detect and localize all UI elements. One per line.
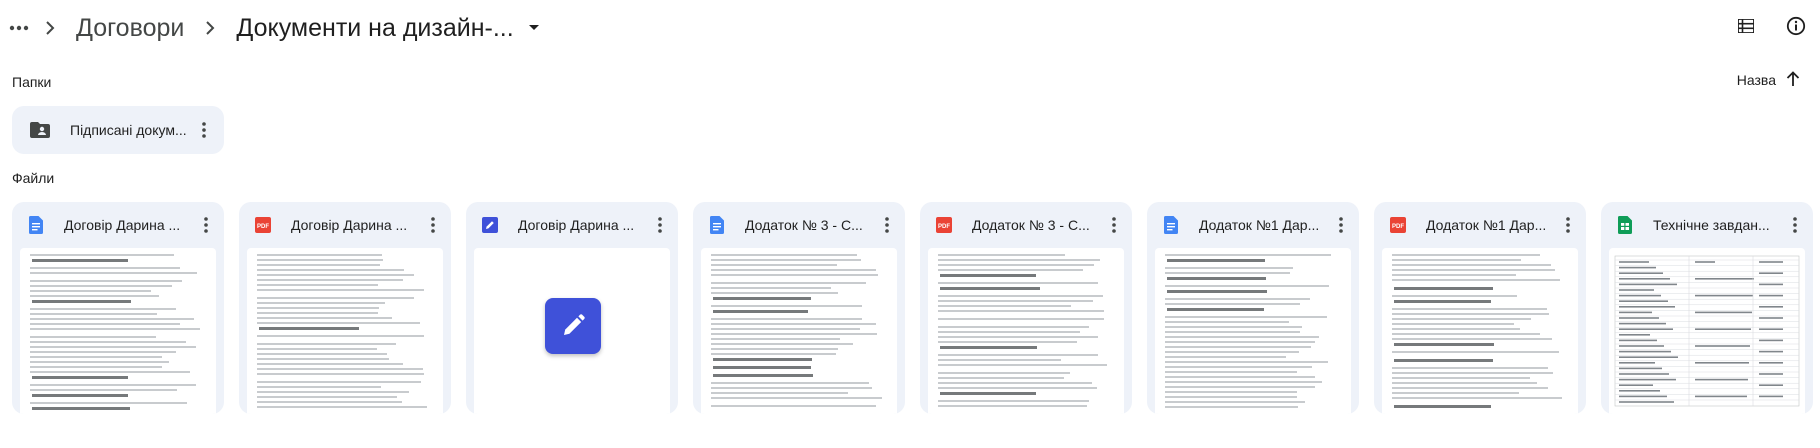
breadcrumb-current[interactable]: Документи на дизайн-... xyxy=(230,14,519,43)
more-vertical-icon[interactable] xyxy=(875,213,899,237)
file-card[interactable]: Технічне завдан... xyxy=(1601,202,1813,414)
pdf-icon: PDF xyxy=(255,215,271,235)
file-card[interactable]: Додаток № 3 - С... xyxy=(693,202,905,414)
google-sheets-icon xyxy=(1617,215,1633,235)
file-name: Додаток № 3 - С... xyxy=(745,217,863,233)
file-card[interactable]: PDF Додаток №1 Дар... xyxy=(1374,202,1586,414)
file-thumbnail xyxy=(20,248,216,414)
file-card[interactable]: Договір Дарина ... xyxy=(12,202,224,414)
file-card-header: PDF Додаток №1 Дар... xyxy=(1374,202,1586,248)
file-card-header: PDF Договір Дарина ... xyxy=(239,202,451,248)
file-name: Додаток №1 Дар... xyxy=(1426,217,1547,233)
info-button[interactable] xyxy=(1780,12,1812,44)
sort-label: Назва xyxy=(1736,72,1776,88)
file-name: Договір Дарина ... xyxy=(518,217,635,233)
google-docs-icon xyxy=(709,215,725,235)
more-vertical-icon[interactable] xyxy=(1783,213,1807,237)
file-card-header: Договір Дарина ... xyxy=(12,202,224,248)
list-view-button[interactable] xyxy=(1730,12,1762,44)
more-horizontal-icon[interactable] xyxy=(8,17,30,39)
file-card-header: Договір Дарина ... xyxy=(466,202,678,248)
arrow-up-icon xyxy=(1786,70,1800,90)
more-vertical-icon[interactable] xyxy=(194,213,218,237)
file-thumbnail xyxy=(1155,248,1351,414)
sort-control[interactable]: Назва xyxy=(1737,70,1800,90)
pdf-icon: PDF xyxy=(936,215,952,235)
pdf-icon: PDF xyxy=(1390,215,1406,235)
folder-name: Підписані докум... xyxy=(70,122,187,138)
file-card[interactable]: Договір Дарина ... xyxy=(466,202,678,414)
svg-text:PDF: PDF xyxy=(257,224,269,230)
google-docs-icon xyxy=(1163,215,1179,235)
chevron-right-icon xyxy=(190,20,230,36)
drawing-icon xyxy=(482,215,498,235)
svg-text:PDF: PDF xyxy=(938,224,950,230)
file-name: Договір Дарина ... xyxy=(64,217,181,233)
files-section-label: Файли xyxy=(12,170,55,186)
file-card[interactable]: PDF Договір Дарина ... xyxy=(239,202,451,414)
breadcrumb-parent[interactable]: Договори xyxy=(70,14,190,43)
breadcrumb: Договори Документи на дизайн-... xyxy=(8,6,548,50)
list-view-icon xyxy=(1737,17,1755,38)
file-thumbnail xyxy=(928,248,1124,414)
caret-down-icon[interactable] xyxy=(520,14,548,42)
info-icon xyxy=(1786,16,1806,41)
file-thumbnail xyxy=(1382,248,1578,414)
file-name: Додаток № 3 - С... xyxy=(972,217,1090,233)
more-vertical-icon[interactable] xyxy=(1329,213,1353,237)
file-card-header: PDF Додаток № 3 - С... xyxy=(920,202,1132,248)
svg-text:PDF: PDF xyxy=(1392,224,1404,230)
chevron-right-icon xyxy=(30,20,70,36)
file-name: Додаток №1 Дар... xyxy=(1199,217,1320,233)
more-vertical-icon[interactable] xyxy=(648,213,672,237)
google-docs-icon xyxy=(28,215,44,235)
file-name: Технічне завдан... xyxy=(1653,217,1770,233)
file-thumbnail xyxy=(1609,248,1805,414)
file-card[interactable]: Додаток №1 Дар... xyxy=(1147,202,1359,414)
file-thumbnail xyxy=(701,248,897,414)
file-thumbnail xyxy=(474,248,670,414)
folder-item[interactable]: Підписані докум... xyxy=(12,106,224,154)
more-vertical-icon[interactable] xyxy=(1102,213,1126,237)
file-card-header: Технічне завдан... xyxy=(1601,202,1813,248)
file-name: Договір Дарина ... xyxy=(291,217,408,233)
shared-folder-icon xyxy=(28,118,52,142)
more-vertical-icon[interactable] xyxy=(421,213,445,237)
drawing-app-icon xyxy=(545,298,601,354)
file-thumbnail xyxy=(247,248,443,414)
top-bar: Договори Документи на дизайн-... xyxy=(0,0,1820,56)
file-card-header: Додаток № 3 - С... xyxy=(693,202,905,248)
more-vertical-icon[interactable] xyxy=(1556,213,1580,237)
file-card[interactable]: PDF Додаток № 3 - С... xyxy=(920,202,1132,414)
file-card-header: Додаток №1 Дар... xyxy=(1147,202,1359,248)
folders-section-label: Папки xyxy=(12,74,52,90)
more-vertical-icon[interactable] xyxy=(192,118,216,142)
